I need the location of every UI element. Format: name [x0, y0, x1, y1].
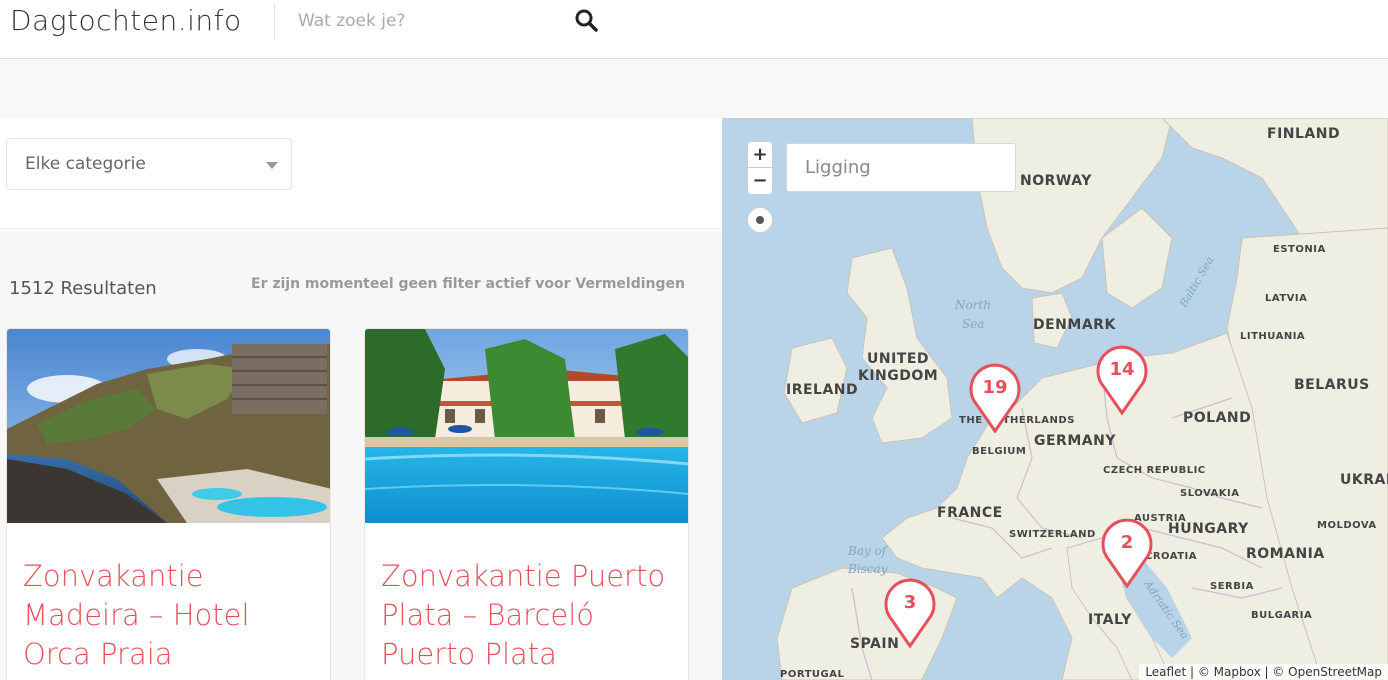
map-label-romania: ROMANIA	[1246, 546, 1325, 562]
sea-label-north: North	[955, 298, 992, 312]
listing-card[interactable]: Zonvakantie Puerto Plata – Barceló Puert…	[364, 328, 689, 680]
map-label-estonia: ESTONIA	[1273, 244, 1326, 255]
marker-count: 2	[1120, 532, 1134, 553]
map-label-portugal: PORTUGAL	[780, 669, 845, 680]
map-label-poland: POLAND	[1183, 410, 1252, 426]
results-count: 1512 Resultaten	[9, 278, 157, 299]
results-area: 1512 Resultaten Er zijn momenteel geen f…	[0, 230, 722, 680]
map-label-serbia: SERBIA	[1210, 581, 1254, 592]
map-label-latvia: LATVIA	[1265, 293, 1308, 304]
listing-title[interactable]: Zonvakantie Madeira – Hotel Orca Praia	[23, 557, 313, 674]
map-label-kingdom: KINGDOM	[858, 368, 939, 384]
map-pin-icon	[1096, 345, 1148, 416]
map-label-ukraine: UKRAI	[1340, 472, 1388, 488]
map-label-united: UNITED	[867, 351, 930, 367]
map-marker-netherlands[interactable]: 19	[967, 363, 1023, 434]
zoom-in-button[interactable]: +	[748, 142, 772, 168]
map-label-lithuania: LITHUANIA	[1240, 331, 1306, 342]
listing-title[interactable]: Zonvakantie Puerto Plata – Barceló Puert…	[381, 557, 671, 674]
listing-image-puerto-plata[interactable]	[365, 329, 688, 523]
marker-count: 19	[982, 377, 1008, 398]
map-label-italy: ITALY	[1088, 612, 1132, 628]
map-label-slovakia: SLOVAKIA	[1180, 488, 1240, 499]
map-marker-poland[interactable]: 14	[1094, 345, 1150, 416]
map-label-bulgaria: BULGARIA	[1251, 610, 1313, 621]
map-label-denmark: DENMARK	[1033, 317, 1116, 333]
map-pin-icon	[884, 578, 936, 649]
map-view[interactable]: + − FINLAND NORWAY ESTONIA LATVIA LITHUA…	[722, 118, 1388, 680]
search-button[interactable]	[574, 8, 600, 34]
listing-card[interactable]: Zonvakantie Madeira – Hotel Orca Praia	[6, 328, 331, 680]
map-label-belgium: BELGIUM	[972, 446, 1027, 457]
map-label-switzerland: SWITZERLAND	[1009, 529, 1096, 540]
listing-pane: Elke categorie 1512 Resultaten Er zijn m…	[0, 118, 722, 680]
search-input[interactable]	[298, 4, 558, 38]
chevron-down-icon	[266, 162, 278, 169]
map-pin-icon	[969, 363, 1021, 434]
filter-note: Er zijn momenteel geen filter actief voo…	[251, 276, 685, 292]
site-header: Dagtochten.info	[0, 0, 1388, 59]
sea-label-biscay-2: Biscay	[848, 562, 888, 576]
header-divider	[274, 2, 275, 40]
map-label-belarus: BELARUS	[1294, 377, 1370, 393]
map-marker-italy[interactable]: 2	[1099, 518, 1155, 589]
map-label-ireland: IRELAND	[786, 382, 859, 398]
sea-label-north-2: Sea	[962, 317, 985, 331]
category-select[interactable]: Elke categorie	[6, 138, 292, 190]
map-label-moldova: MOLDOVA	[1317, 520, 1377, 531]
map-label-germany: GERMANY	[1034, 433, 1116, 449]
zoom-out-button[interactable]: −	[748, 168, 772, 194]
category-select-label: Elke categorie	[25, 154, 146, 174]
map-pin-icon	[1101, 518, 1153, 589]
locate-me-button[interactable]	[747, 207, 773, 233]
listing-image-madeira[interactable]	[7, 329, 330, 523]
marker-count: 14	[1109, 359, 1135, 380]
map-attribution[interactable]: Leaflet | © Mapbox | © OpenStreetMap	[1139, 664, 1388, 680]
map-label-hungary: HUNGARY	[1168, 521, 1249, 537]
marker-count: 3	[903, 592, 917, 613]
map-label-finland: FINLAND	[1267, 126, 1341, 142]
map-label-czech: CZECH REPUBLIC	[1103, 465, 1206, 476]
location-input[interactable]	[786, 143, 1016, 192]
header-spacer	[0, 60, 1388, 118]
site-logo[interactable]: Dagtochten.info	[10, 4, 242, 37]
map-label-france: FRANCE	[937, 505, 1003, 521]
map-tiles	[722, 118, 1388, 680]
sea-label-biscay: Bay of	[848, 544, 887, 558]
filter-bar: Elke categorie	[0, 118, 722, 229]
search-icon	[575, 9, 598, 32]
zoom-control: + −	[747, 141, 773, 195]
map-label-norway: NORWAY	[1020, 173, 1092, 189]
map-marker-spain[interactable]: 3	[882, 578, 938, 649]
